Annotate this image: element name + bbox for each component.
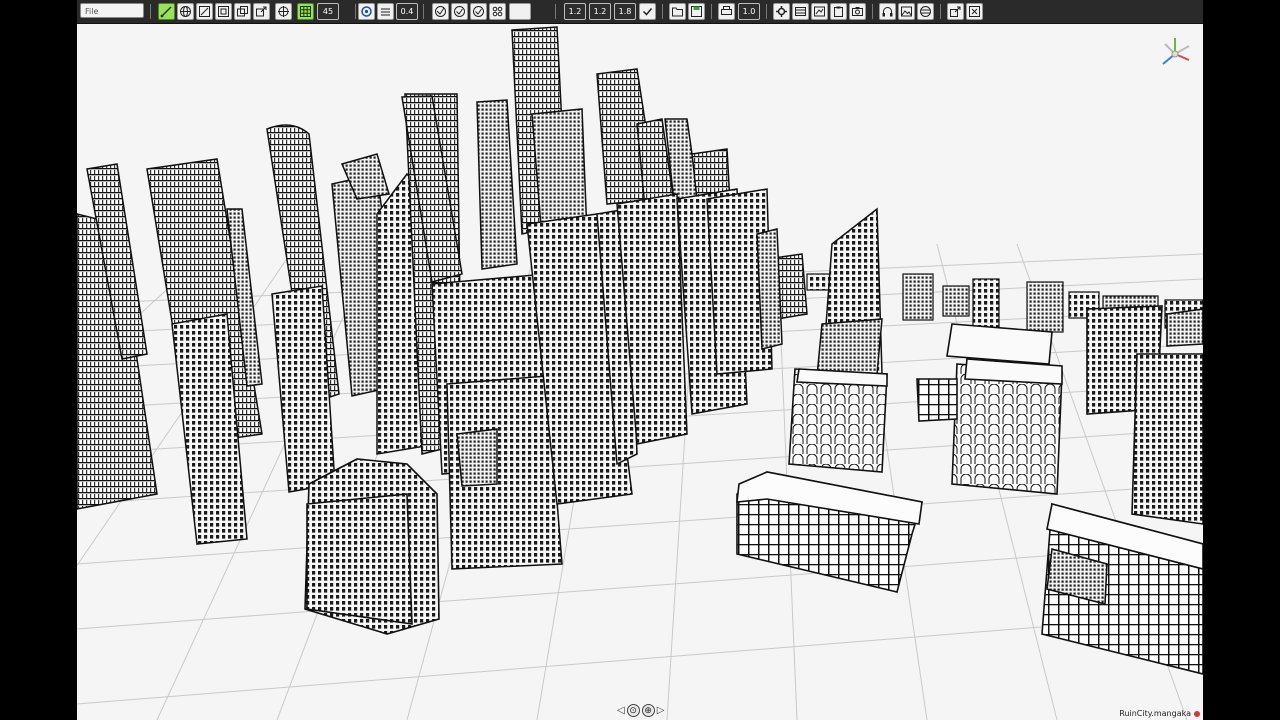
- line-width-field[interactable]: 0.4: [396, 3, 418, 20]
- grid-icon: [300, 6, 311, 17]
- toolbar-separator: [940, 4, 941, 19]
- target-circle-icon: [361, 6, 372, 17]
- frame-icon: [218, 6, 229, 17]
- toolbar-separator: [766, 4, 767, 19]
- toolbar-separator: [555, 4, 556, 19]
- headphones-icon: [882, 7, 893, 17]
- grid-toggle-button[interactable]: [297, 3, 314, 20]
- fullscreen-icon: [969, 6, 980, 17]
- scale-b-field[interactable]: 1.2: [589, 3, 611, 20]
- toolbar-separator: [423, 4, 424, 19]
- print-button[interactable]: [718, 3, 735, 20]
- apply-check-button[interactable]: [639, 3, 656, 20]
- toolbar-separator: [355, 4, 356, 19]
- render-mode-button[interactable]: [432, 3, 449, 20]
- settings-button[interactable]: [773, 3, 790, 20]
- layers-button[interactable]: [234, 3, 251, 20]
- open-folder-button[interactable]: [669, 3, 686, 20]
- folder-icon: [672, 7, 683, 17]
- render-mode-icon: [435, 6, 446, 17]
- opacity-field[interactable]: 1.0: [738, 3, 760, 20]
- toolbar-separator: [872, 4, 873, 19]
- export-button[interactable]: [253, 3, 270, 20]
- building-arch-block[interactable]: [788, 368, 888, 473]
- print-icon: [721, 6, 732, 15]
- crosshair-icon: [278, 6, 289, 17]
- image-icon: [901, 6, 912, 17]
- gear-icon: [776, 6, 787, 17]
- layers-icon: [237, 6, 248, 17]
- file-name-text: RuinCity.mangaka: [1119, 709, 1191, 718]
- check-circle-icon: [473, 6, 484, 17]
- edit-icon: [199, 6, 210, 17]
- camera-target-button[interactable]: [358, 3, 375, 20]
- image-button[interactable]: [898, 3, 915, 20]
- 3d-viewport[interactable]: ◁ ⊙ ⊕ ▷ RuinCity.mangaka: [77, 24, 1203, 720]
- export-icon: [256, 6, 267, 17]
- check-circle-icon: [454, 6, 465, 17]
- globe-icon: [180, 6, 191, 17]
- web-globe-icon: [920, 6, 931, 17]
- headphones-button[interactable]: [879, 3, 896, 20]
- toolbar-separator: [150, 4, 151, 19]
- scale-a-field[interactable]: 1.2: [564, 3, 586, 20]
- clipboard-icon: [834, 6, 843, 17]
- save-button[interactable]: [688, 3, 705, 20]
- line-tool-button[interactable]: [158, 3, 175, 20]
- nav-center-button[interactable]: ⊙: [626, 704, 640, 717]
- toolbar: File 45 0.4 1.2 1.2 1.8 1.0: [77, 0, 1203, 24]
- app-window: File 45 0.4 1.2 1.2 1.8 1.0 ◁ ⊙ ⊕ ▷ Ruin…: [77, 0, 1203, 720]
- orientation-gizmo[interactable]: [1155, 34, 1195, 74]
- building-small-ruin-front[interactable]: [304, 458, 440, 635]
- axis-gizmo-icon: [1162, 38, 1190, 65]
- toolbar-separator: [662, 4, 663, 19]
- frame-button[interactable]: [215, 3, 232, 20]
- check-a-button[interactable]: [451, 3, 468, 20]
- nav-right-arrow[interactable]: ▷: [657, 705, 665, 716]
- tone-pattern-icon: [492, 6, 503, 17]
- sketch-button[interactable]: [811, 3, 828, 20]
- film-icon: [795, 7, 806, 16]
- angle-field[interactable]: 45: [317, 3, 339, 20]
- window-icon: [950, 6, 961, 17]
- globe-view-button[interactable]: [177, 3, 194, 20]
- film-button[interactable]: [792, 3, 809, 20]
- line-tool-icon: [160, 6, 172, 18]
- check-icon: [642, 8, 653, 16]
- unsaved-indicator: [1194, 710, 1200, 717]
- status-file-label: RuinCity.mangaka: [1119, 709, 1200, 718]
- window-button[interactable]: [947, 3, 964, 20]
- web-button[interactable]: [917, 3, 934, 20]
- line-width-icon: [381, 8, 390, 16]
- toolbar-separator: [711, 4, 712, 19]
- camera-button[interactable]: [849, 3, 866, 20]
- nav-zoom-button[interactable]: ⊕: [641, 704, 655, 717]
- camera-icon: [852, 7, 863, 16]
- target-button[interactable]: [275, 3, 292, 20]
- view-navigation: ◁ ⊙ ⊕ ▷: [617, 704, 664, 717]
- fullscreen-button[interactable]: [966, 3, 983, 20]
- check-b-button[interactable]: [470, 3, 487, 20]
- save-icon: [691, 6, 702, 17]
- scale-c-field[interactable]: 1.8: [614, 3, 636, 20]
- city-scene[interactable]: [77, 24, 1203, 720]
- line-width-button[interactable]: [377, 3, 394, 20]
- nav-left-arrow[interactable]: ◁: [617, 705, 625, 716]
- color-swatch-button[interactable]: [509, 3, 531, 20]
- sketch-icon: [814, 6, 825, 17]
- file-field[interactable]: File: [80, 3, 144, 18]
- tone-pattern-button[interactable]: [489, 3, 506, 20]
- edit-button[interactable]: [196, 3, 213, 20]
- clipboard-button[interactable]: [830, 3, 847, 20]
